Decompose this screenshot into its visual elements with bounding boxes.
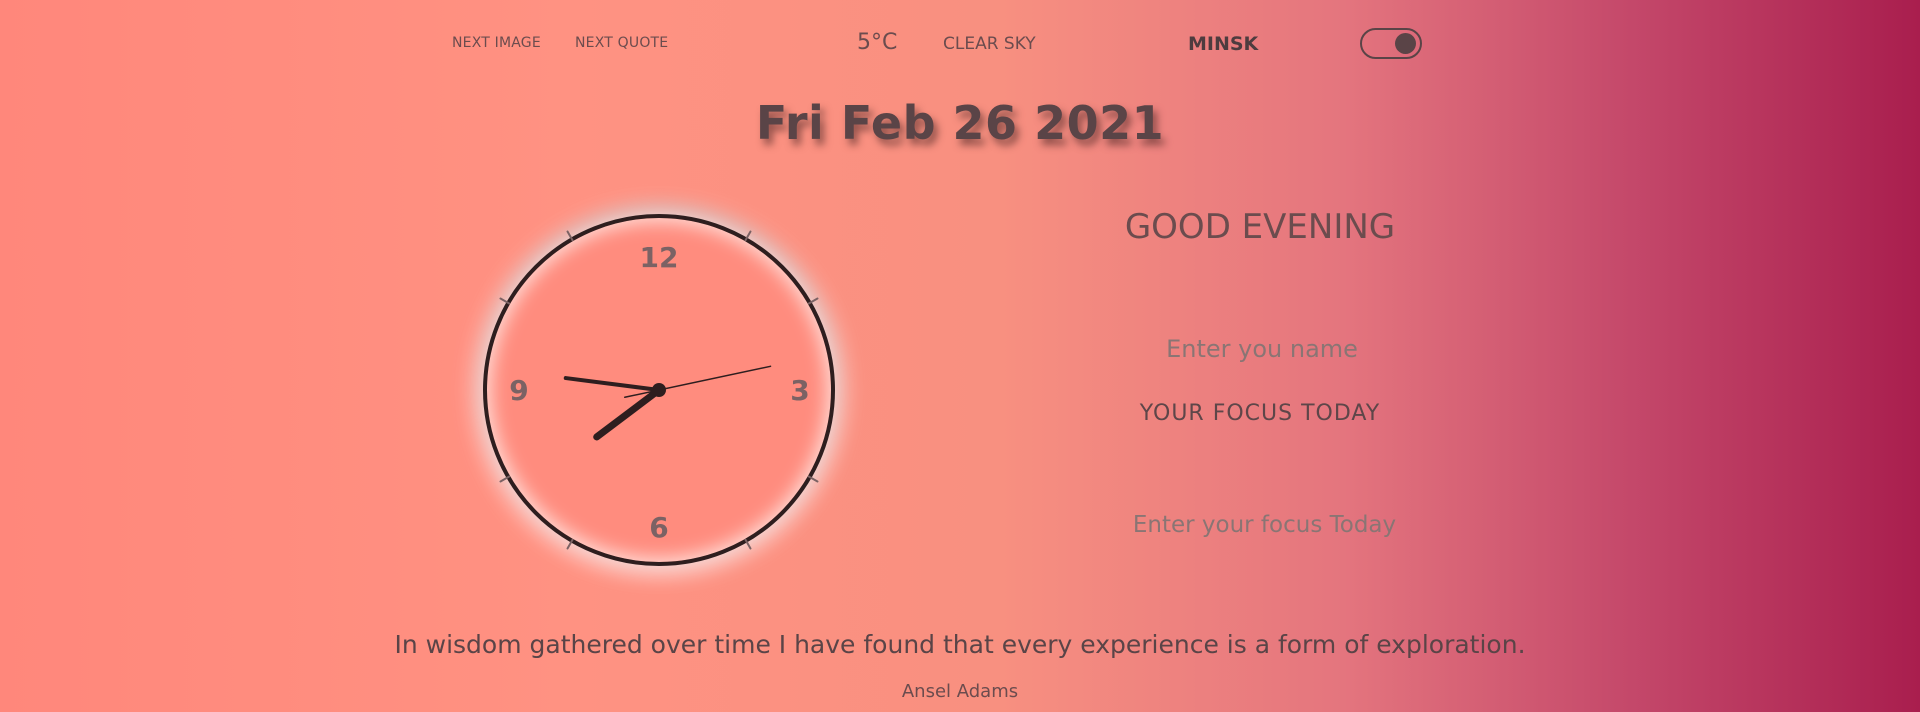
next-quote-button[interactable]: NEXT QUOTE bbox=[575, 35, 668, 51]
focus-input[interactable] bbox=[1080, 506, 1449, 544]
tick-11 bbox=[566, 230, 574, 242]
city-name[interactable]: MINSK bbox=[1188, 33, 1258, 55]
numeral-6: 6 bbox=[649, 511, 668, 544]
focus-title: YOUR FOCUS TODAY bbox=[1139, 401, 1381, 426]
theme-toggle[interactable] bbox=[1360, 28, 1422, 59]
numeral-3: 3 bbox=[790, 374, 809, 407]
clock-center bbox=[652, 383, 666, 397]
tick-5 bbox=[744, 538, 752, 550]
date-display: Fri Feb 26 2021 bbox=[755, 96, 1165, 150]
quote-author: Ansel Adams bbox=[901, 681, 1019, 702]
tick-4 bbox=[807, 475, 819, 483]
tick-1 bbox=[744, 230, 752, 242]
tick-2 bbox=[807, 297, 819, 305]
quote-text[interactable]: In wisdom gathered over time I have foun… bbox=[0, 630, 1920, 659]
tick-8 bbox=[499, 475, 511, 483]
name-input[interactable] bbox=[1110, 330, 1414, 368]
second-hand bbox=[624, 365, 772, 399]
tick-10 bbox=[499, 297, 511, 305]
next-image-button[interactable]: NEXT IMAGE bbox=[452, 35, 541, 51]
tick-7 bbox=[566, 538, 574, 550]
top-bar: NEXT IMAGE NEXT QUOTE 5°C CLEAR SKY MINS… bbox=[0, 0, 1920, 90]
weather-description: CLEAR SKY bbox=[943, 34, 1036, 54]
clock-face: 12 3 6 9 bbox=[499, 230, 819, 550]
minute-hand bbox=[563, 376, 661, 392]
numeral-12: 12 bbox=[640, 241, 679, 274]
numeral-9: 9 bbox=[509, 374, 528, 407]
weather-temperature: 5°C bbox=[857, 30, 898, 55]
analog-clock: 12 3 6 9 bbox=[483, 214, 835, 566]
toggle-knob bbox=[1395, 33, 1416, 54]
greeting-text: GOOD EVENING bbox=[1124, 207, 1396, 247]
